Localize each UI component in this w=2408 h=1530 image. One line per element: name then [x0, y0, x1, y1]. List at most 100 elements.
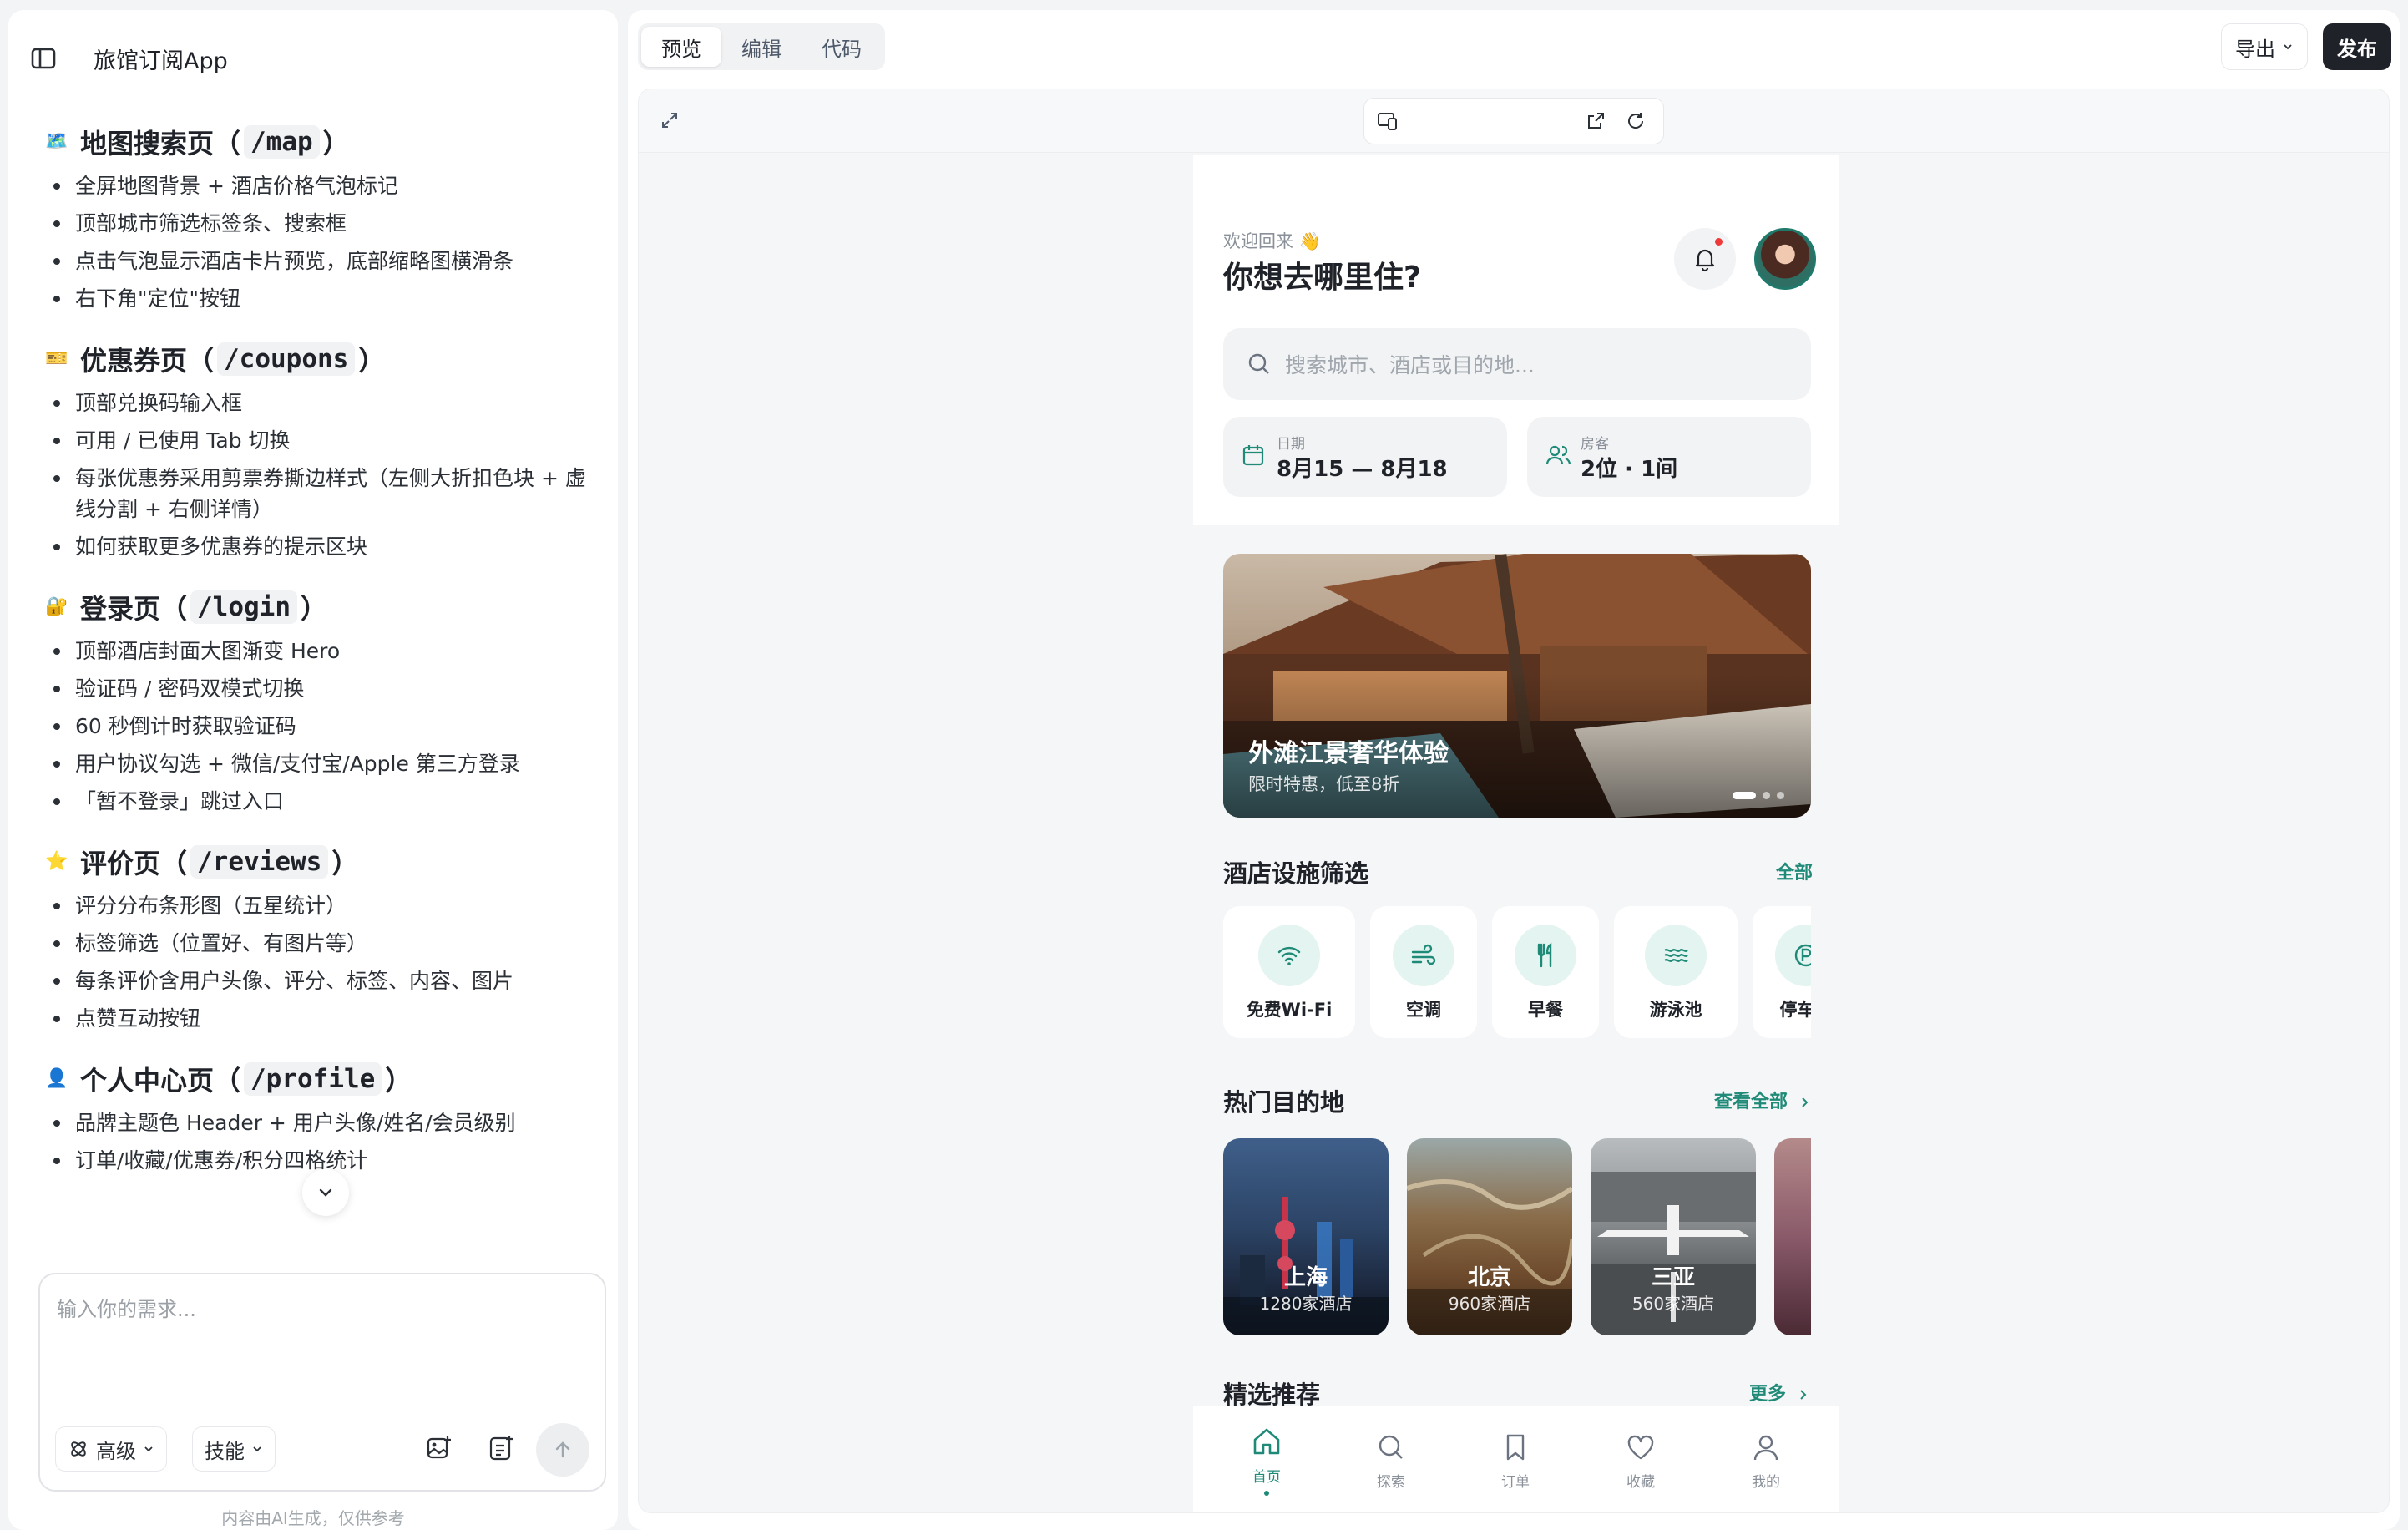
section-heading: 👤 个人中心页（/profile） — [43, 1051, 594, 1107]
app-title: 旅馆订阅App — [94, 48, 228, 74]
destination-card[interactable]: 北京 960家酒店 — [1407, 1138, 1572, 1335]
destination-card[interactable]: 三亚 560家酒店 — [1591, 1138, 1756, 1335]
tab-preview[interactable]: 预览 — [641, 27, 721, 67]
doc-section: 🎫 优惠券页（/coupons） 顶部兑换码输入框 可用 / 已使用 Tab 切换 每张… — [43, 331, 594, 562]
route-code: /profile — [244, 1062, 382, 1096]
list-item: 顶部城市筛选标签条、搜索框 — [50, 208, 594, 239]
calendar-icon — [1242, 445, 1264, 466]
section-title: 登录页（ — [80, 593, 188, 625]
export-button[interactable]: 导出 — [2221, 23, 2308, 70]
nav-profile[interactable]: 我的 — [1724, 1431, 1808, 1491]
section-title: 优惠券页（ — [80, 345, 215, 377]
chevron-right-icon — [1801, 1097, 1809, 1107]
nav-explore[interactable]: 探索 — [1349, 1431, 1433, 1491]
file-plus-icon — [489, 1436, 513, 1461]
send-button[interactable] — [536, 1423, 589, 1477]
section-list: 评分分布条形图（五星统计） 标签筛选（位置好、有图片等） 每条评价含用户头像、评分、… — [43, 890, 594, 1034]
list-item: 用户协议勾选 + 微信/支付宝/Apple 第三方登录 — [50, 748, 594, 779]
search-input[interactable]: 搜索城市、酒店或目的地... — [1223, 328, 1811, 400]
popular-link-label: 查看全部 — [1714, 1092, 1788, 1112]
section-title-end: ） — [301, 593, 328, 625]
date-label: 日期 — [1277, 436, 1305, 453]
facility-list: 免费Wi-Fi 空调 早餐 游泳池 停车场 — [1223, 906, 1811, 1040]
doc-section: 🔐 登录页（/login） 顶部酒店封面大图渐变 Hero 验证码 / 密码双模式切换… — [43, 579, 594, 817]
refresh-icon[interactable] — [1625, 110, 1647, 135]
list-item: 标签筛选（位置好、有图片等） — [50, 928, 594, 959]
route-code: /login — [190, 590, 297, 624]
tab-edit[interactable]: 编辑 — [721, 27, 802, 67]
section-title: 个人中心页（ — [80, 1065, 241, 1097]
guest-label: 房客 — [1581, 436, 1609, 453]
chevron-down-icon — [144, 1446, 153, 1452]
guest-value: 2位 · 1间 — [1581, 457, 1678, 482]
section-emoji-icon: ⭐ — [45, 851, 68, 872]
skills-button[interactable]: 技能 — [192, 1426, 276, 1472]
disclaimer: 内容由AI生成，仅供参考 — [221, 1508, 405, 1528]
advanced-button[interactable]: 高级 — [55, 1426, 167, 1472]
featured-more-link[interactable]: 更多 — [1749, 1379, 1809, 1406]
add-image-button[interactable] — [421, 1430, 458, 1467]
composer[interactable]: 输入你的需求... 高级 技能 — [38, 1273, 606, 1492]
nav-label: 首页 — [1252, 1469, 1281, 1486]
section-emoji-icon: 🔐 — [45, 596, 68, 617]
chat-panel: 旅馆订阅App 🗺️ 地图搜索页（/map）全屏地图背景 + 酒店价格气泡标记 顶部… — [8, 10, 618, 1530]
promo-banner[interactable]: 外滩江景奢华体验 限时特惠，低至8折 — [1223, 554, 1811, 818]
bell-icon — [1695, 249, 1715, 272]
nav-orders[interactable]: 订单 — [1474, 1431, 1557, 1491]
facility-parking[interactable]: 停车场 — [1753, 906, 1811, 1038]
route-code: /coupons — [217, 342, 356, 376]
guest-picker[interactable]: 房客 2位 · 1间 — [1527, 417, 1811, 497]
notification-button[interactable] — [1674, 228, 1736, 290]
list-item: 每张优惠券采用剪票券撕边样式（左侧大折扣色块 + 虚线分割 + 右侧详情） — [50, 463, 594, 524]
nav-favorites[interactable]: 收藏 — [1599, 1431, 1682, 1491]
list-item: 验证码 / 密码双模式切换 — [50, 673, 594, 704]
avatar[interactable] — [1754, 228, 1816, 290]
expand-icon[interactable] — [659, 109, 680, 134]
tab-code[interactable]: 代码 — [802, 27, 882, 67]
preview-toolbar — [639, 89, 2389, 153]
chevron-down-icon — [319, 1188, 332, 1197]
section-title-end: ） — [358, 345, 386, 377]
export-label: 导出 — [2235, 37, 2275, 61]
section-emoji-icon: 🎫 — [45, 348, 68, 369]
advanced-label: 高级 — [96, 1439, 136, 1463]
list-item: 60 秒倒计时获取验证码 — [50, 711, 594, 742]
section-title-end: ） — [322, 128, 350, 160]
list-item: 如何获取更多优惠券的提示区块 — [50, 531, 594, 562]
popular-title: 热门目的地 — [1223, 1088, 1345, 1117]
open-external-icon[interactable] — [1585, 110, 1606, 135]
url-bar[interactable] — [1363, 98, 1664, 144]
list-item: 「暂不登录」跳过入口 — [50, 786, 594, 817]
spec-document: 🗺️ 地图搜索页（/map）全屏地图背景 + 酒店价格气泡标记 顶部城市筛选标签条、… — [43, 110, 594, 1246]
popular-view-all-link[interactable]: 查看全部 — [1714, 1087, 1811, 1113]
date-picker[interactable]: 日期 8月15 — 8月18 — [1223, 417, 1507, 497]
destination-card[interactable] — [1774, 1138, 1811, 1335]
phone-screen: 欢迎回来 👋 你想去哪里住? 搜索城市、酒店或目的地... 日期 8月15 — … — [1193, 155, 1839, 1512]
sidebar-toggle-icon[interactable] — [30, 45, 57, 75]
facility-ac[interactable]: 空调 — [1370, 906, 1477, 1038]
wifi-icon — [1277, 946, 1301, 965]
facility-label: 空调 — [1406, 1000, 1441, 1020]
scroll-down-button[interactable] — [302, 1169, 349, 1216]
facility-wifi[interactable]: 免费Wi-Fi — [1223, 906, 1355, 1038]
nav-home[interactable]: 首页 — [1225, 1425, 1308, 1496]
destination-card[interactable]: 上海 1280家酒店 — [1223, 1138, 1389, 1335]
parking-icon — [1794, 944, 1811, 967]
composer-input[interactable]: 输入你的需求... — [57, 1293, 196, 1322]
facility-pool[interactable]: 游泳池 — [1614, 906, 1738, 1038]
search-placeholder: 搜索城市、酒店或目的地... — [1285, 353, 1535, 377]
facilities-all-link[interactable]: 全部 — [1776, 858, 1813, 884]
section-list: 品牌主题色 Header + 用户头像/姓名/会员级别 订单/收藏/优惠券/积分四… — [43, 1107, 594, 1176]
utensils-icon — [1537, 942, 1552, 968]
facilities-title: 酒店设施筛选 — [1223, 859, 1369, 888]
section-title: 地图搜索页（ — [80, 128, 241, 160]
carousel-dots[interactable] — [1733, 792, 1784, 799]
add-file-button[interactable] — [483, 1430, 519, 1467]
section-heading: 🎫 优惠券页（/coupons） — [43, 331, 594, 388]
destination-count: 560家酒店 — [1631, 1294, 1715, 1314]
destination-list: 上海 1280家酒店 北京 960家酒店 三亚 560家酒店 — [1223, 1138, 1811, 1335]
publish-button[interactable]: 发布 — [2323, 23, 2391, 70]
facility-breakfast[interactable]: 早餐 — [1492, 906, 1599, 1038]
doc-section: 👤 个人中心页（/profile） 品牌主题色 Header + 用户头像/姓名/会… — [43, 1051, 594, 1176]
device-toggle-icon[interactable] — [1376, 110, 1399, 135]
